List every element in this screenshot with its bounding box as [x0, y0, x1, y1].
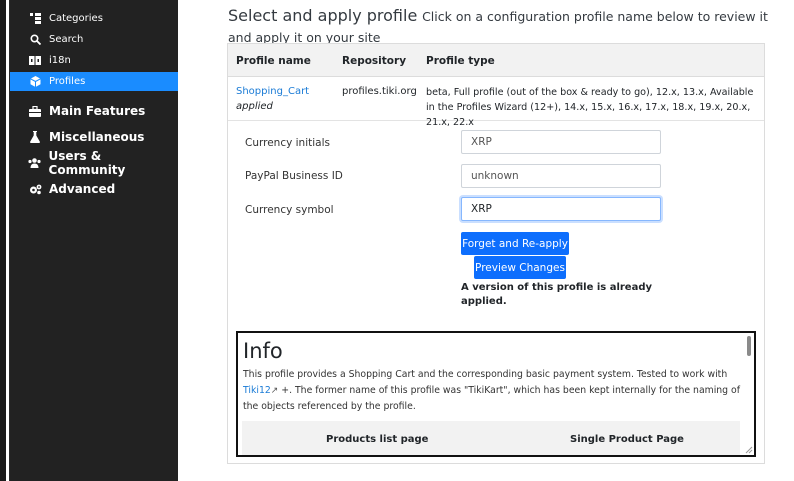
column-header-profile-type: Profile type	[426, 55, 495, 67]
window-edge	[0, 0, 6, 481]
users-icon	[28, 158, 42, 168]
page-title: Select and apply profile	[228, 6, 418, 25]
column-header-repository: Repository	[342, 55, 407, 67]
info-text: This profile provides a Shopping Cart an…	[243, 367, 743, 415]
paypal-id-input[interactable]: unknown	[461, 164, 661, 188]
profiles-icon	[28, 76, 42, 87]
forget-and-reapply-button[interactable]: Forget and Re-apply	[461, 232, 569, 255]
profile-card: Profile name Repository Profile type Sho…	[227, 43, 765, 464]
sidebar-item-label: Advanced	[49, 182, 116, 196]
sidebar-item-main-features[interactable]: Main Features	[10, 100, 178, 122]
sidebar-item-users-community[interactable]: Users & Community	[10, 149, 178, 177]
profile-repository: profiles.tiki.org	[342, 86, 417, 97]
sidebar-item-label: Miscellaneous	[49, 130, 145, 144]
currency-symbol-label: Currency symbol	[245, 204, 334, 216]
column-header-single-product: Single Product Page	[570, 434, 684, 445]
sidebar-item-label: i18n	[49, 54, 71, 66]
external-link-icon: ↗	[270, 386, 279, 396]
profile-type: beta, Full profile (out of the box & rea…	[426, 87, 754, 128]
products-table-header: Products list page Single Product Page	[242, 421, 740, 455]
sidebar-item-miscellaneous[interactable]: Miscellaneous	[10, 126, 178, 148]
sidebar-item-search[interactable]: Search	[10, 30, 178, 48]
language-icon	[28, 55, 42, 65]
info-panel[interactable]: Info This profile provides a Shopping Ca…	[236, 331, 756, 457]
profile-name-link[interactable]: Shopping_Cart	[236, 86, 309, 97]
categories-icon	[28, 12, 42, 24]
column-header-products-list: Products list page	[326, 434, 429, 445]
info-scrollbar[interactable]	[747, 336, 751, 356]
sidebar-item-label: Users & Community	[48, 149, 126, 177]
currency-initials-label: Currency initials	[245, 137, 330, 149]
column-header-profile-name: Profile name	[236, 55, 311, 67]
sidebar-item-label: Categories	[49, 12, 103, 24]
sidebar-item-label: Main Features	[49, 104, 146, 118]
preview-changes-button[interactable]: Preview Changes	[474, 256, 566, 279]
currency-symbol-input[interactable]: XRP	[461, 197, 661, 221]
resize-handle-icon[interactable]	[745, 446, 753, 454]
table-header: Profile name Repository Profile type	[228, 44, 764, 77]
briefcase-icon	[28, 105, 42, 117]
tiki12-link[interactable]: Tiki12	[243, 385, 271, 396]
sidebar-item-categories[interactable]: Categories	[10, 9, 178, 27]
sidebar-item-label: Search	[49, 33, 84, 45]
info-title: Info	[243, 339, 283, 363]
info-text-part2: +. The former name of this profile was "…	[243, 385, 740, 412]
profile-status: applied	[236, 101, 273, 112]
cogs-icon	[28, 184, 42, 195]
table-row: Shopping_Cart applied profiles.tiki.org …	[228, 77, 764, 128]
sidebar-item-label: Profiles	[49, 76, 86, 87]
sidebar-item-i18n[interactable]: i18n	[10, 51, 178, 69]
currency-initials-input[interactable]: XRP	[461, 130, 661, 154]
paypal-id-label: PayPal Business ID	[245, 170, 343, 182]
flask-icon	[28, 131, 42, 143]
admin-sidebar: Categories Search i18n Profiles Main Fea…	[10, 0, 178, 481]
applied-note: A version of this profile is already app…	[461, 282, 653, 307]
sidebar-item-advanced[interactable]: Advanced	[10, 178, 178, 200]
info-text-part1: This profile provides a Shopping Cart an…	[243, 369, 728, 380]
search-icon	[28, 33, 42, 45]
page-header: Select and apply profile Click on a conf…	[228, 6, 773, 48]
sidebar-item-profiles[interactable]: Profiles	[10, 72, 178, 91]
